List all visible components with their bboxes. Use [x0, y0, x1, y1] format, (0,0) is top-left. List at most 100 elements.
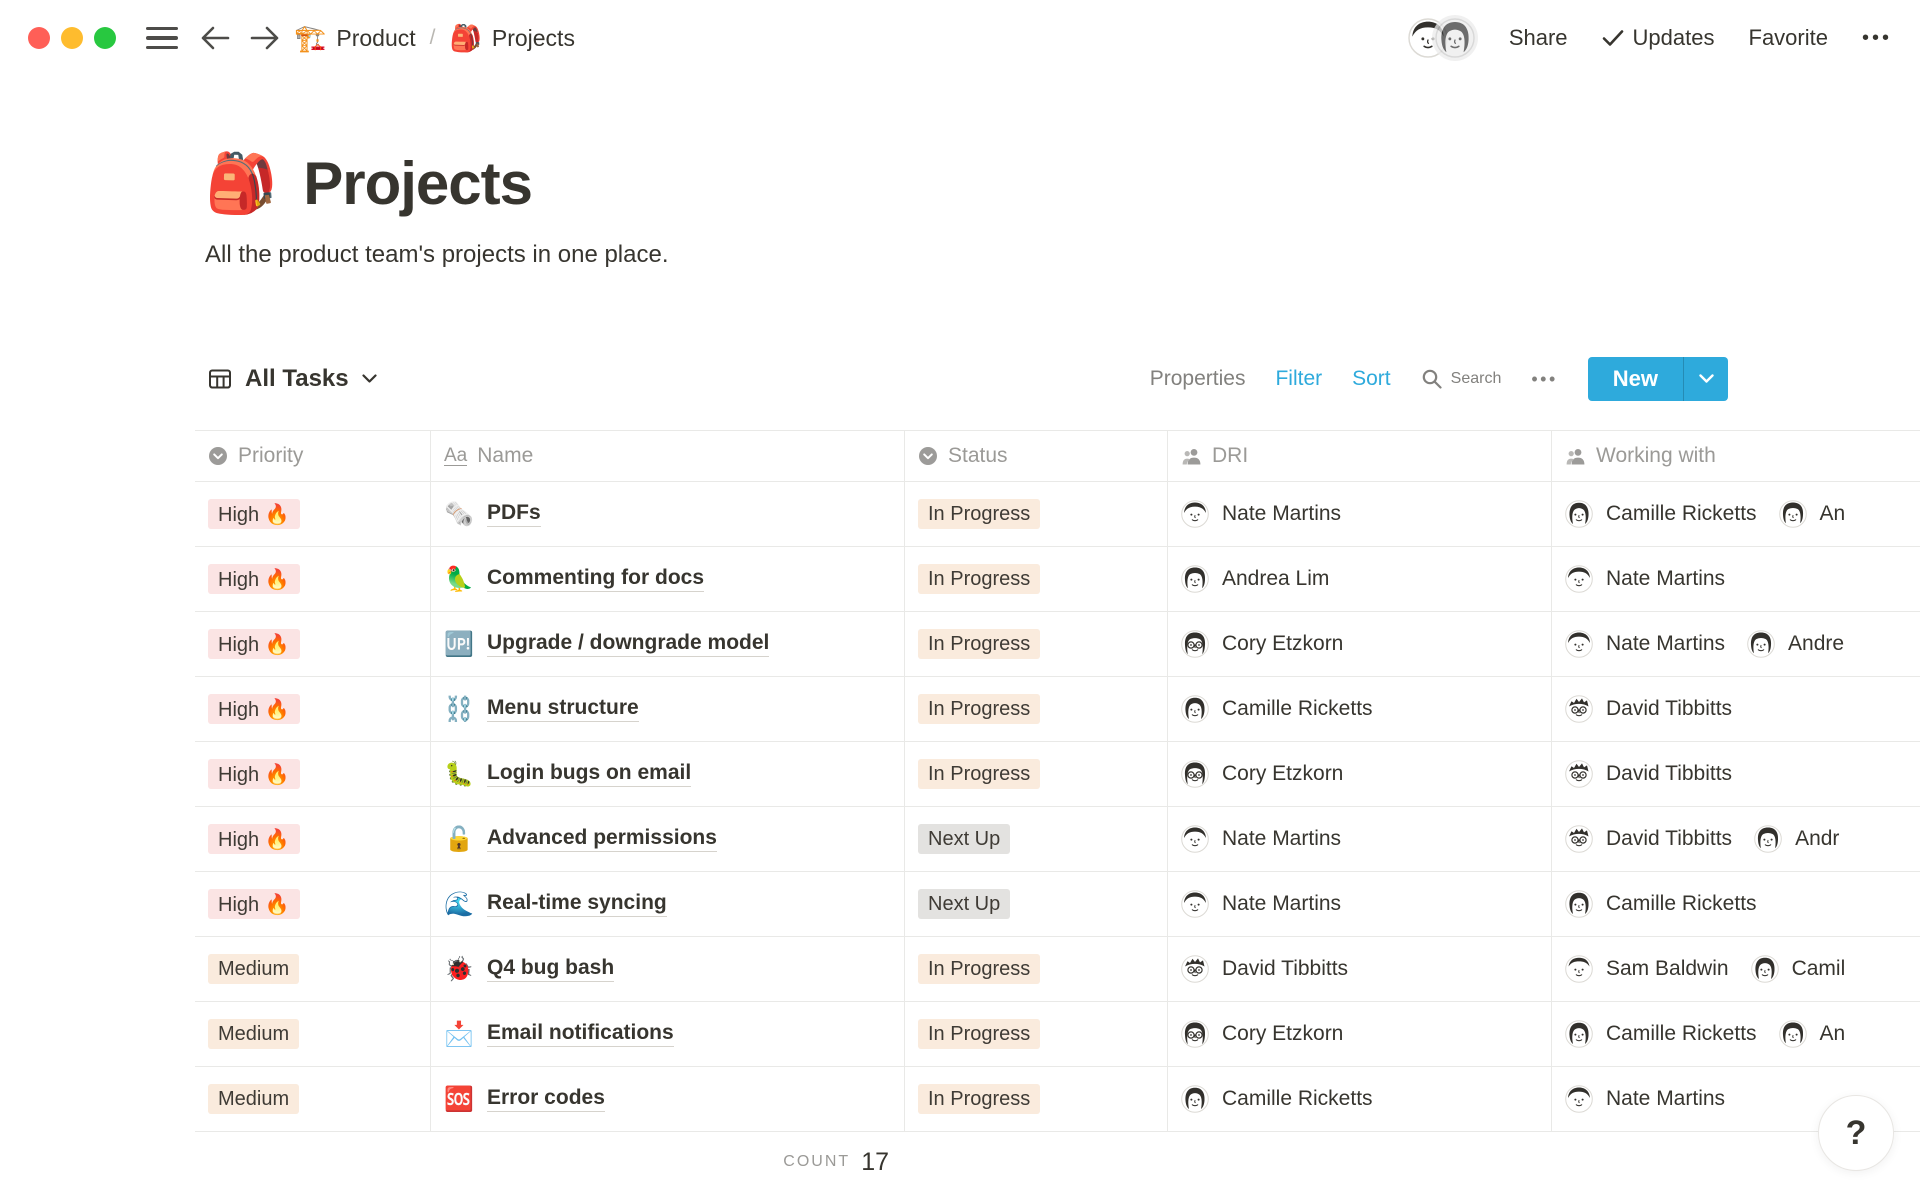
- table-row[interactable]: High 🔥🔓Advanced permissionsNext UpNate M…: [195, 807, 1920, 872]
- priority-cell[interactable]: High 🔥: [195, 807, 431, 871]
- page-description[interactable]: All the product team's projects in one p…: [195, 240, 1920, 270]
- column-header-name[interactable]: Aa Name: [431, 431, 905, 481]
- table-row[interactable]: High 🔥🗞️PDFsIn ProgressNate MartinsCamil…: [195, 482, 1920, 547]
- table-row[interactable]: High 🔥🆙Upgrade / downgrade modelIn Progr…: [195, 612, 1920, 677]
- favorite-button[interactable]: Favorite: [1749, 25, 1828, 51]
- status-cell[interactable]: Next Up: [905, 872, 1168, 936]
- view-more-options-icon[interactable]: •••: [1531, 369, 1557, 390]
- breadcrumb-item-projects[interactable]: 🎒 Projects: [449, 23, 574, 54]
- working-with-cell[interactable]: David Tibbitts: [1552, 677, 1920, 741]
- name-cell[interactable]: 🦜Commenting for docs: [431, 547, 905, 611]
- dri-cell[interactable]: David Tibbitts: [1168, 937, 1552, 1001]
- table-row[interactable]: Medium🐞Q4 bug bashIn ProgressDavid Tibbi…: [195, 937, 1920, 1002]
- table-row[interactable]: High 🔥🐛Login bugs on emailIn ProgressCor…: [195, 742, 1920, 807]
- new-button[interactable]: New: [1588, 357, 1728, 401]
- minimize-window-button[interactable]: [61, 27, 83, 49]
- page-link[interactable]: Upgrade / downgrade model: [487, 631, 769, 657]
- name-cell[interactable]: 🐛Login bugs on email: [431, 742, 905, 806]
- breadcrumb-item-product[interactable]: 🏗️ Product: [294, 23, 416, 54]
- name-cell[interactable]: 📩Email notifications: [431, 1002, 905, 1066]
- dri-cell[interactable]: Cory Etzkorn: [1168, 612, 1552, 676]
- updates-button[interactable]: Updates: [1602, 25, 1715, 51]
- dri-cell[interactable]: Cory Etzkorn: [1168, 742, 1552, 806]
- properties-button[interactable]: Properties: [1150, 367, 1246, 391]
- collaborator-avatars[interactable]: [1408, 18, 1475, 58]
- status-cell[interactable]: In Progress: [905, 1067, 1168, 1131]
- priority-cell[interactable]: High 🔥: [195, 547, 431, 611]
- table-row[interactable]: Medium📩Email notificationsIn ProgressCor…: [195, 1002, 1920, 1067]
- zoom-window-button[interactable]: [94, 27, 116, 49]
- table-row[interactable]: High 🔥🦜Commenting for docsIn ProgressAnd…: [195, 547, 1920, 612]
- view-switcher[interactable]: All Tasks: [195, 365, 377, 393]
- status-cell[interactable]: In Progress: [905, 547, 1168, 611]
- priority-cell[interactable]: Medium: [195, 937, 431, 1001]
- back-button[interactable]: [196, 21, 234, 55]
- page-link[interactable]: Login bugs on email: [487, 761, 691, 787]
- column-header-dri[interactable]: DRI: [1168, 431, 1552, 481]
- column-header-working-with[interactable]: Working with: [1552, 431, 1920, 481]
- dri-cell[interactable]: Camille Ricketts: [1168, 677, 1552, 741]
- priority-cell[interactable]: Medium: [195, 1067, 431, 1131]
- priority-cell[interactable]: High 🔥: [195, 742, 431, 806]
- page-link[interactable]: Error codes: [487, 1086, 605, 1112]
- dri-cell[interactable]: Camille Ricketts: [1168, 1067, 1552, 1131]
- page-link[interactable]: Real-time syncing: [487, 891, 667, 917]
- more-options-icon[interactable]: •••: [1862, 27, 1892, 50]
- working-with-cell[interactable]: Camille RickettsAn: [1552, 1002, 1920, 1066]
- priority-cell[interactable]: High 🔥: [195, 872, 431, 936]
- name-cell[interactable]: 🐞Q4 bug bash: [431, 937, 905, 1001]
- sidebar-menu-icon[interactable]: [146, 27, 178, 50]
- name-cell[interactable]: 🌊Real-time syncing: [431, 872, 905, 936]
- dri-cell[interactable]: Andrea Lim: [1168, 547, 1552, 611]
- status-cell[interactable]: In Progress: [905, 742, 1168, 806]
- name-cell[interactable]: ⛓️Menu structure: [431, 677, 905, 741]
- page-icon-backpack-emoji[interactable]: 🎒: [205, 155, 277, 213]
- working-with-cell[interactable]: David Tibbitts: [1552, 742, 1920, 806]
- table-row[interactable]: High 🔥🌊Real-time syncingNext UpNate Mart…: [195, 872, 1920, 937]
- working-with-cell[interactable]: Sam BaldwinCamil: [1552, 937, 1920, 1001]
- status-cell[interactable]: In Progress: [905, 1002, 1168, 1066]
- page-link[interactable]: Q4 bug bash: [487, 956, 614, 982]
- forward-button[interactable]: [246, 21, 284, 55]
- dri-cell[interactable]: Nate Martins: [1168, 872, 1552, 936]
- share-button[interactable]: Share: [1509, 25, 1568, 51]
- working-with-cell[interactable]: Camille Ricketts: [1552, 872, 1920, 936]
- working-with-cell[interactable]: Nate MartinsAndre: [1552, 612, 1920, 676]
- name-cell[interactable]: 🆘Error codes: [431, 1067, 905, 1131]
- page-link[interactable]: Advanced permissions: [487, 826, 717, 852]
- status-cell[interactable]: Next Up: [905, 807, 1168, 871]
- dri-cell[interactable]: Cory Etzkorn: [1168, 1002, 1552, 1066]
- name-cell[interactable]: 🆙Upgrade / downgrade model: [431, 612, 905, 676]
- new-dropdown-button[interactable]: [1684, 357, 1728, 401]
- status-cell[interactable]: In Progress: [905, 482, 1168, 546]
- priority-cell[interactable]: High 🔥: [195, 677, 431, 741]
- status-cell[interactable]: In Progress: [905, 612, 1168, 676]
- dri-cell[interactable]: Nate Martins: [1168, 482, 1552, 546]
- status-cell[interactable]: In Progress: [905, 937, 1168, 1001]
- working-with-cell[interactable]: Nate Martins: [1552, 547, 1920, 611]
- name-cell[interactable]: 🔓Advanced permissions: [431, 807, 905, 871]
- priority-cell[interactable]: High 🔥: [195, 482, 431, 546]
- priority-cell[interactable]: Medium: [195, 1002, 431, 1066]
- count-calculation[interactable]: COUNT 17: [431, 1132, 905, 1192]
- page-title[interactable]: Projects: [303, 148, 532, 220]
- filter-button[interactable]: Filter: [1275, 367, 1322, 391]
- page-link[interactable]: Menu structure: [487, 696, 639, 722]
- priority-cell[interactable]: High 🔥: [195, 612, 431, 676]
- page-link[interactable]: Email notifications: [487, 1021, 674, 1047]
- name-cell[interactable]: 🗞️PDFs: [431, 482, 905, 546]
- page-link[interactable]: PDFs: [487, 501, 541, 527]
- table-row[interactable]: Medium🆘Error codesIn ProgressCamille Ric…: [195, 1067, 1920, 1132]
- dri-cell[interactable]: Nate Martins: [1168, 807, 1552, 871]
- help-button[interactable]: ?: [1818, 1095, 1894, 1171]
- table-row[interactable]: High 🔥⛓️Menu structureIn ProgressCamille…: [195, 677, 1920, 742]
- working-with-cell[interactable]: David TibbittsAndr: [1552, 807, 1920, 871]
- working-with-cell[interactable]: Camille RickettsAn: [1552, 482, 1920, 546]
- search-button[interactable]: Search: [1421, 368, 1502, 390]
- close-window-button[interactable]: [28, 27, 50, 49]
- column-header-priority[interactable]: Priority: [195, 431, 431, 481]
- page-link[interactable]: Commenting for docs: [487, 566, 704, 592]
- sort-button[interactable]: Sort: [1352, 367, 1391, 391]
- status-cell[interactable]: In Progress: [905, 677, 1168, 741]
- column-header-status[interactable]: Status: [905, 431, 1168, 481]
